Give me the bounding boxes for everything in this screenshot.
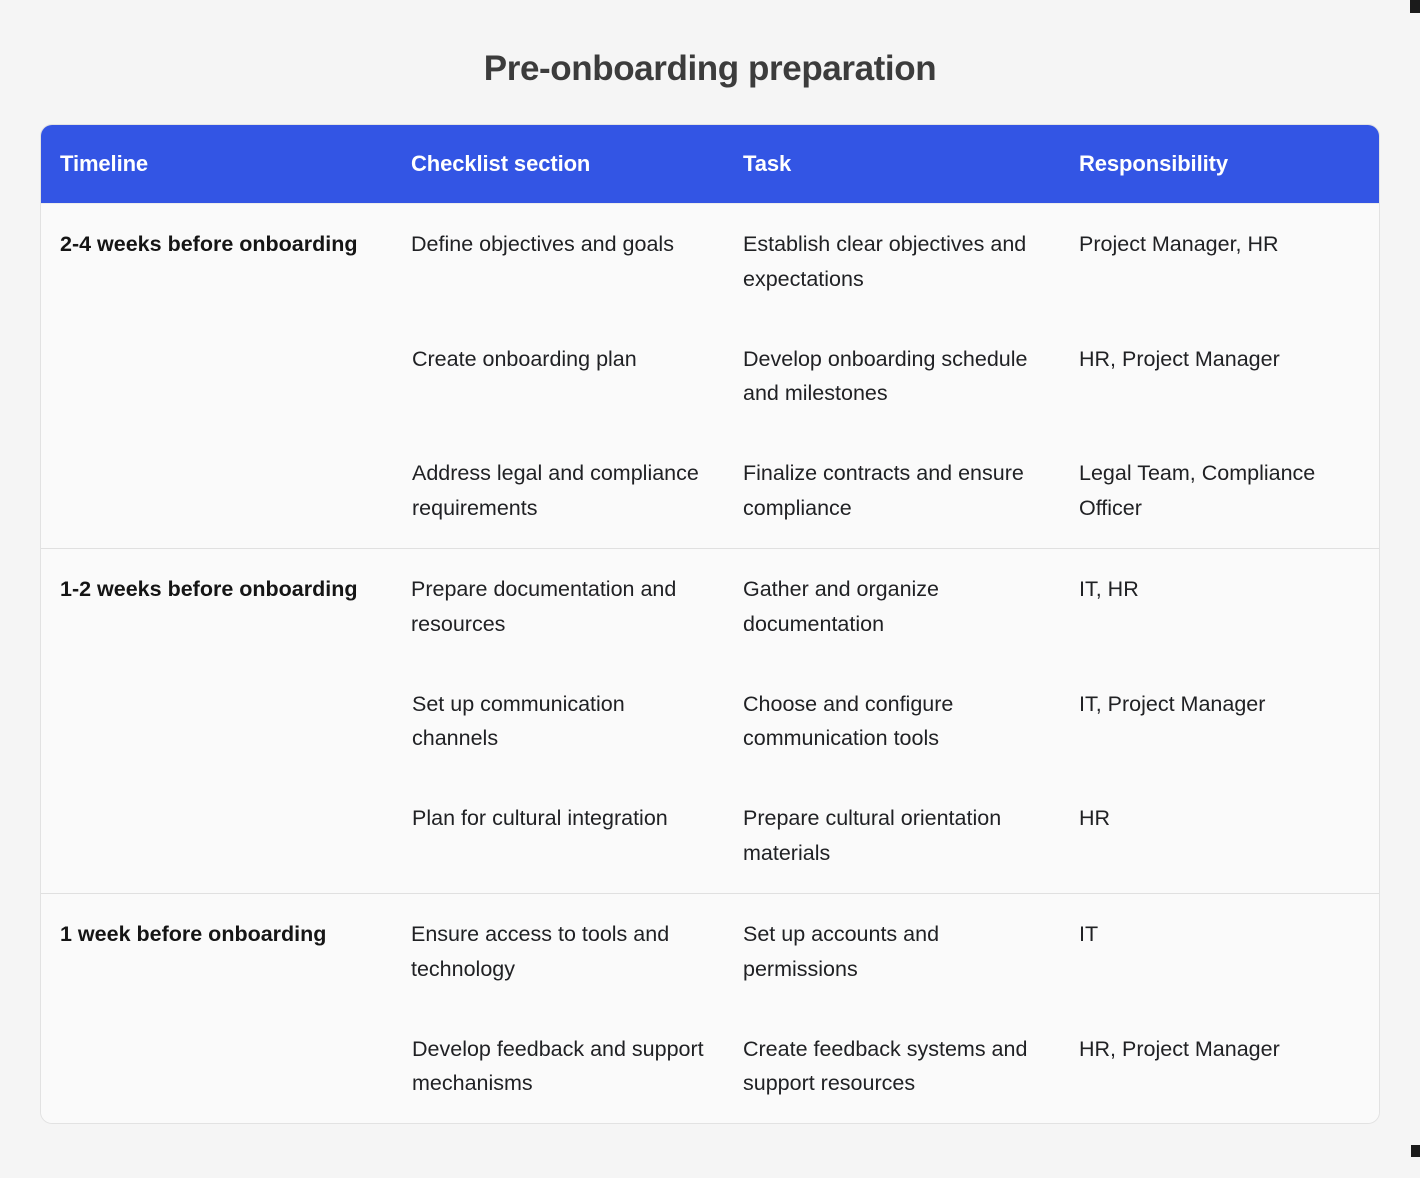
cell-responsibility: Project Manager, HR	[1061, 202, 1379, 319]
cell-task: Establish clear objectives and expectati…	[725, 202, 1061, 319]
cell-responsibility: IT, Project Manager	[1061, 663, 1379, 779]
cell-checklist: Prepare documentation and resources	[393, 547, 725, 664]
cell-checklist: Ensure access to tools and technology	[393, 892, 725, 1009]
cell-task: Choose and configure communication tools	[725, 663, 1061, 779]
table-header-row: Timeline Checklist section Task Responsi…	[41, 125, 1379, 204]
table-body: 2-4 weeks before onboarding Define object…	[41, 202, 1379, 1124]
table-row: 1-2 weeks before onboarding Prepare docum…	[41, 547, 1379, 894]
cell-timeline: 1 week before onboarding	[41, 892, 393, 1124]
table-header: Timeline Checklist section Task Responsi…	[41, 125, 1379, 204]
cell-responsibility: IT	[1061, 892, 1379, 1009]
pre-onboarding-table: Timeline Checklist section Task Responsi…	[41, 125, 1379, 1124]
checklist-table-card: Timeline Checklist section Task Responsi…	[40, 124, 1380, 1125]
column-header-task[interactable]: Task	[725, 125, 1061, 204]
page-title: Pre-onboarding preparation	[483, 49, 937, 88]
cell-task: Set up accounts and permissions	[725, 892, 1061, 1009]
cell-task: Create feedback systems and support reso…	[725, 1008, 1061, 1124]
cell-checklist: Set up communication channels	[393, 663, 725, 779]
cell-checklist: Address legal and compliance requirement…	[393, 433, 725, 549]
cell-timeline: 1-2 weeks before onboarding	[41, 547, 393, 894]
corner-marker-bottom-right	[1411, 1145, 1420, 1157]
column-header-checklist[interactable]: Checklist section	[393, 125, 725, 204]
table-row: 1 week before onboarding Ensure access to…	[41, 892, 1379, 1124]
cell-task: Finalize contracts and ensure compliance	[725, 433, 1061, 549]
cell-task: Prepare cultural orientation materials	[725, 778, 1061, 894]
cell-checklist: Create onboarding plan	[393, 318, 725, 434]
cell-checklist: Plan for cultural integration	[393, 778, 725, 894]
cell-responsibility: IT, HR	[1061, 547, 1379, 664]
column-header-timeline[interactable]: Timeline	[41, 125, 393, 204]
cell-responsibility: HR, Project Manager	[1061, 318, 1379, 434]
cell-responsibility: HR, Project Manager	[1061, 1008, 1379, 1124]
cell-task: Develop onboarding schedule and mileston…	[725, 318, 1061, 434]
cell-task: Gather and organize documentation	[725, 547, 1061, 664]
cell-checklist: Develop feedback and support mechanisms	[393, 1008, 725, 1124]
cell-checklist: Define objectives and goals	[393, 202, 725, 319]
cell-timeline: 2-4 weeks before onboarding	[41, 203, 393, 549]
corner-marker-top-right	[1410, 0, 1420, 13]
column-header-responsibility[interactable]: Responsibility	[1061, 125, 1379, 204]
cell-responsibility: HR	[1061, 778, 1379, 894]
table-row: 2-4 weeks before onboarding Define object…	[41, 202, 1379, 549]
page-root: Pre-onboarding preparation Timeline Chec…	[0, 0, 1420, 1178]
cell-responsibility: Legal Team, Compliance Officer	[1061, 433, 1379, 549]
